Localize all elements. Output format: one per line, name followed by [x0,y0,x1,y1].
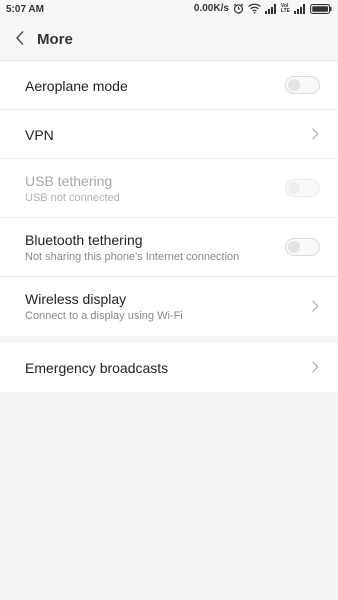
back-button[interactable] [8,28,32,52]
bluetooth-tethering-row[interactable]: Bluetooth tethering Not sharing this pho… [0,218,338,277]
bluetooth-tethering-toggle[interactable] [285,238,320,256]
bluetooth-tethering-label: Bluetooth tethering [25,232,143,248]
wireless-display-label: Wireless display [25,291,127,307]
emergency-broadcasts-label: Emergency broadcasts [25,360,169,376]
usb-tethering-summary: USB not connected [25,192,120,204]
wifi-icon [248,3,261,14]
toggle-knob [288,182,300,194]
emergency-broadcasts-row[interactable]: Emergency broadcasts [0,343,338,392]
settings-list: Aeroplane mode VPN USB tethering USB not… [0,61,338,336]
bluetooth-tethering-summary: Not sharing this phone's Internet connec… [25,251,240,263]
alarm-clock-icon [233,3,244,14]
aeroplane-mode-toggle[interactable] [285,76,320,94]
settings-list-secondary: Emergency broadcasts [0,343,338,392]
status-bar: 5:07 AM 0.00K/s VoI LTE [0,0,338,20]
volte-bottom-label: LTE [280,7,290,14]
cellular-signal-icon [264,3,277,14]
aeroplane-mode-label: Aeroplane mode [25,78,128,94]
status-time: 5:07 AM [6,4,44,15]
network-speed: 0.00K/s [193,3,229,14]
chevron-left-icon [15,30,25,51]
battery-icon [310,3,332,14]
app-header: More [0,20,338,61]
usb-tethering-toggle [285,179,320,197]
toggle-knob [288,241,300,253]
aeroplane-mode-row[interactable]: Aeroplane mode [0,61,338,110]
vpn-row[interactable]: VPN [0,110,338,159]
volte-indicator: VoI LTE [280,3,290,14]
page-title: More [37,31,73,48]
chevron-right-icon [310,299,320,313]
chevron-right-icon [310,360,320,374]
chevron-right-icon [310,127,320,141]
usb-tethering-row: USB tethering USB not connected [0,159,338,218]
wireless-display-summary: Connect to a display using Wi-Fi [25,310,183,322]
status-icons: 0.00K/s VoI LTE [194,3,332,14]
cellular-signal-icon-2 [294,3,306,14]
toggle-knob [288,79,300,91]
usb-tethering-label: USB tethering [25,173,113,189]
vpn-label: VPN [25,127,54,143]
wireless-display-row[interactable]: Wireless display Connect to a display us… [0,277,338,336]
